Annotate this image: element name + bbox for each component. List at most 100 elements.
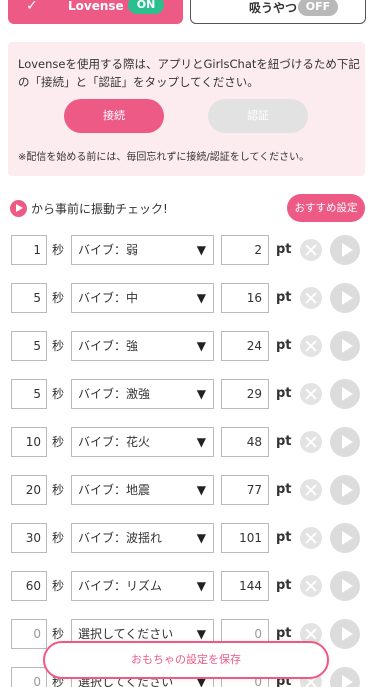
auth-button[interactable]: 認証 [208, 99, 308, 133]
vibration-pattern-select[interactable]: バイブ：強 ▼ [71, 331, 214, 361]
setting-row: 1 秒バイブ：弱 ▼ 2 pt [0, 235, 373, 267]
dropdown-arrow-icon: ▼ [196, 483, 206, 497]
clear-row-icon[interactable] [300, 383, 322, 405]
setting-row: 5 秒バイブ：激強 ▼ 29 pt [0, 379, 373, 411]
dropdown-arrow-icon: ▼ [196, 339, 206, 353]
points-unit: pt [276, 242, 292, 257]
vibration-pattern-select[interactable]: バイブ：中 ▼ [71, 283, 214, 313]
notice-note: ※配信を始める前には、毎回忘れずに接続/認証をしてください。 [18, 152, 310, 163]
seconds-input[interactable]: 30 [11, 523, 47, 553]
clear-row-icon[interactable] [300, 575, 322, 597]
pattern-value: バイブ：花火 [78, 435, 151, 449]
vibration-pattern-select[interactable]: バイブ：リズム ▼ [71, 571, 214, 601]
setting-row: 5 秒バイブ：中 ▼ 16 pt [0, 283, 373, 315]
seconds-unit: 秒 [52, 435, 65, 449]
points-input[interactable]: 144 [221, 571, 269, 601]
play-test-icon[interactable] [330, 667, 360, 687]
points-unit: pt [276, 338, 292, 353]
points-input[interactable]: 101 [221, 523, 269, 553]
pattern-value: バイブ：激強 [78, 387, 151, 401]
lovense-on-badge: ON [128, 0, 164, 14]
play-test-icon[interactable] [330, 427, 360, 457]
setting-row: 30 秒バイブ：波揺れ ▼ 101 pt [0, 523, 373, 555]
points-unit: pt [276, 290, 292, 305]
recommended-settings-button[interactable]: おすすめ設定 [287, 194, 365, 222]
dropdown-arrow-icon: ▼ [196, 243, 206, 257]
vibration-pattern-select[interactable]: バイブ：激強 ▼ [71, 379, 214, 409]
seconds-unit: 秒 [52, 579, 65, 593]
vibration-pattern-select[interactable]: バイブ：弱 ▼ [71, 235, 214, 265]
points-unit: pt [276, 578, 292, 593]
setting-row: 10 秒バイブ：花火 ▼ 48 pt [0, 427, 373, 459]
seconds-input[interactable]: 0 [11, 667, 47, 687]
vibration-pattern-select[interactable]: バイブ：波揺れ ▼ [71, 523, 214, 553]
play-test-icon[interactable] [330, 283, 360, 313]
points-unit: pt [276, 530, 292, 545]
connection-notice: Lovenseを使用する際は、アプリとGirlsChatを紐づけるため下記の「接… [8, 42, 365, 176]
play-test-icon[interactable] [330, 619, 360, 649]
seconds-input[interactable]: 5 [11, 283, 47, 313]
seconds-input[interactable]: 0 [11, 619, 47, 649]
points-input[interactable]: 2 [221, 235, 269, 265]
seconds-unit: 秒 [52, 483, 65, 497]
precheck-link[interactable]: から事前に振動チェック! [10, 199, 168, 217]
dropdown-arrow-icon: ▼ [196, 579, 206, 593]
save-toy-settings-button[interactable]: おもちゃの設定を保存 [43, 641, 329, 679]
suction-toy-toggle[interactable]: 吸うやつ OFF [190, 0, 366, 24]
play-icon [10, 199, 27, 217]
points-unit: pt [276, 482, 292, 497]
points-input[interactable]: 16 [221, 283, 269, 313]
setting-row: 60 秒バイブ：リズム ▼ 144 pt [0, 571, 373, 603]
seconds-input[interactable]: 20 [11, 475, 47, 505]
precheck-text: から事前に振動チェック! [31, 201, 168, 216]
suction-toy-label: 吸うやつ [249, 1, 298, 15]
mode-toggle-bar: ✓ Lovense ON 吸うやつ OFF [0, 0, 373, 30]
clear-row-icon[interactable] [300, 479, 322, 501]
pattern-value: 選択してください [78, 627, 174, 641]
play-test-icon[interactable] [330, 331, 360, 361]
seconds-input[interactable]: 60 [11, 571, 47, 601]
clear-row-icon[interactable] [300, 239, 322, 261]
points-unit: pt [276, 386, 292, 401]
seconds-unit: 秒 [52, 339, 65, 353]
clear-row-icon[interactable] [300, 431, 322, 453]
pattern-value: バイブ：地震 [78, 483, 151, 497]
seconds-input[interactable]: 5 [11, 331, 47, 361]
seconds-input[interactable]: 5 [11, 379, 47, 409]
play-test-icon[interactable] [330, 379, 360, 409]
seconds-unit: 秒 [52, 243, 65, 257]
pattern-value: バイブ：中 [78, 291, 139, 305]
seconds-input[interactable]: 10 [11, 427, 47, 457]
play-test-icon[interactable] [330, 523, 360, 553]
play-test-icon[interactable] [330, 235, 360, 265]
seconds-unit: 秒 [52, 291, 65, 305]
dropdown-arrow-icon: ▼ [196, 531, 206, 545]
seconds-unit: 秒 [52, 531, 65, 545]
seconds-unit: 秒 [52, 387, 65, 401]
setting-row: 5 秒バイブ：強 ▼ 24 pt [0, 331, 373, 363]
lovense-label: Lovense [68, 0, 124, 13]
clear-row-icon[interactable] [300, 335, 322, 357]
dropdown-arrow-icon: ▼ [196, 435, 206, 449]
pattern-value: バイブ：波揺れ [78, 531, 163, 545]
check-icon: ✓ [26, 0, 38, 14]
notice-message: Lovenseを使用する際は、アプリとGirlsChatを紐づけるため下記の「接… [18, 57, 360, 89]
pattern-value: バイブ：強 [78, 339, 139, 353]
points-input[interactable]: 24 [221, 331, 269, 361]
points-input[interactable]: 29 [221, 379, 269, 409]
suction-toy-off-badge: OFF [298, 0, 338, 16]
lovense-toggle[interactable]: ✓ Lovense ON [8, 0, 183, 24]
points-input[interactable]: 48 [221, 427, 269, 457]
clear-row-icon[interactable] [300, 287, 322, 309]
vibration-pattern-select[interactable]: バイブ：花火 ▼ [71, 427, 214, 457]
play-test-icon[interactable] [330, 571, 360, 601]
clear-row-icon[interactable] [300, 527, 322, 549]
vibration-pattern-select[interactable]: バイブ：地震 ▼ [71, 475, 214, 505]
pattern-value: バイブ：弱 [78, 243, 139, 257]
dropdown-arrow-icon: ▼ [196, 291, 206, 305]
seconds-input[interactable]: 1 [11, 235, 47, 265]
points-input[interactable]: 77 [221, 475, 269, 505]
play-test-icon[interactable] [330, 475, 360, 505]
connect-button[interactable]: 接続 [64, 99, 164, 133]
points-unit: pt [276, 434, 292, 449]
